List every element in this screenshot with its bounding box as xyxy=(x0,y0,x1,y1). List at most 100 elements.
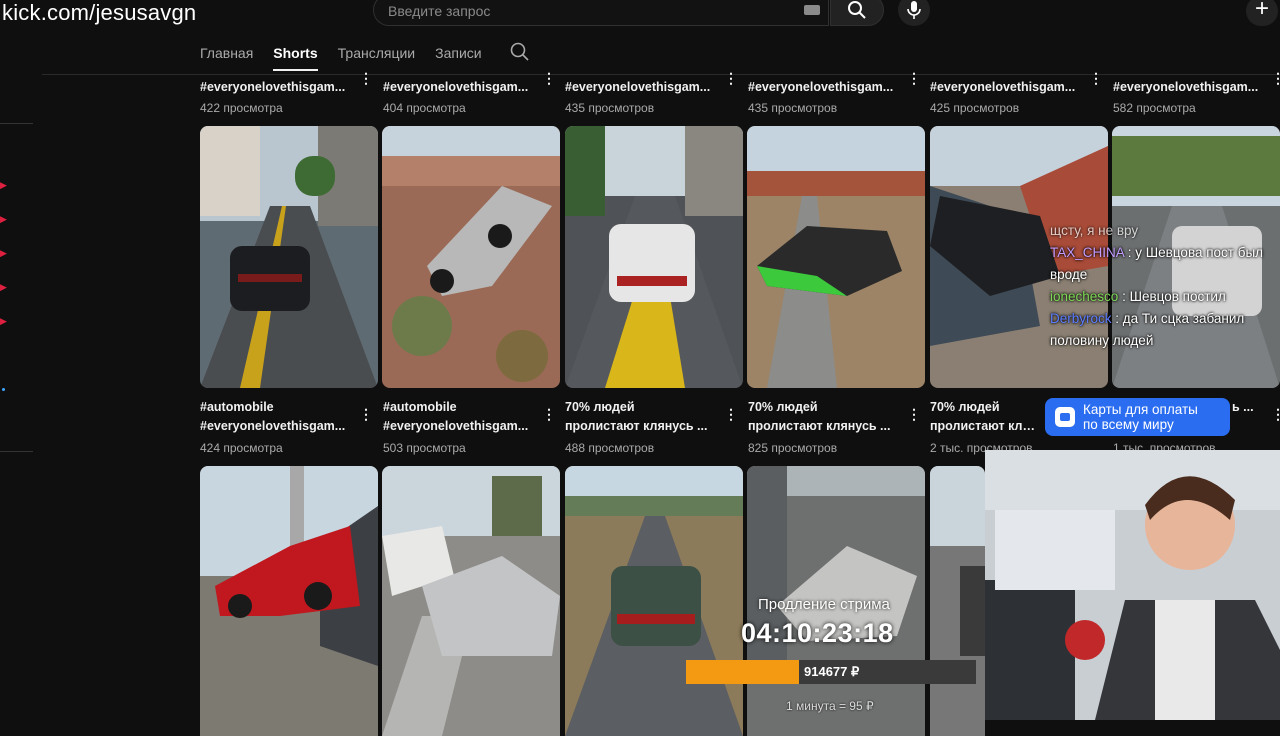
chat-username: ionechesco xyxy=(1050,289,1119,304)
microphone-icon xyxy=(907,1,921,19)
short-title-line: #automobile xyxy=(383,400,457,414)
more-options-icon[interactable]: ⋮ xyxy=(907,406,921,422)
short-title[interactable]: 70% людей пролистают клянусь ... xyxy=(565,398,715,436)
short-views: 435 просмотров xyxy=(748,101,838,115)
short-title[interactable]: 70% людей пролистают клянусь ... xyxy=(930,398,1040,436)
short-title[interactable]: #everyonelovethisgam... xyxy=(383,78,533,97)
chat-message: TAX_CHINA : у Шевцова пост был вроде xyxy=(1050,242,1280,286)
more-options-icon[interactable]: ⋮ xyxy=(1271,406,1280,422)
more-options-icon[interactable]: ⋮ xyxy=(359,70,373,86)
thumbnail-image xyxy=(565,466,743,736)
sidebar-divider xyxy=(0,451,33,452)
short-views: 435 просмотров xyxy=(565,101,655,115)
short-thumbnail[interactable] xyxy=(747,126,925,388)
short-thumbnail[interactable] xyxy=(200,466,378,736)
short-title[interactable]: #everyonelovethisgam... xyxy=(200,78,350,97)
live-indicator-icon: ▶ xyxy=(0,214,7,224)
search-input[interactable]: Введите запрос xyxy=(373,0,829,26)
tab-videos[interactable]: Записи xyxy=(435,45,481,71)
chat-message: ionechesco : Шевцов постил xyxy=(1050,286,1280,308)
chat-message: Derbyrock : да Ти сцка забанил половину … xyxy=(1050,308,1280,352)
card-icon xyxy=(1055,407,1075,427)
more-options-icon[interactable]: ⋮ xyxy=(542,70,556,86)
promo-line: Карты для оплаты xyxy=(1083,402,1198,417)
short-title[interactable]: 70% людей пролистают клянусь ... xyxy=(748,398,898,436)
extension-timer: 04:10:23:18 xyxy=(741,618,894,648)
short-title[interactable]: #automobile #everyonelovethisgam... xyxy=(200,398,350,436)
short-views: 424 просмотра xyxy=(200,441,283,455)
short-thumbnail[interactable] xyxy=(565,126,743,388)
short-thumbnail[interactable] xyxy=(382,466,560,736)
chat-message: щсту, я не вру xyxy=(1050,220,1280,242)
thumbnail-image xyxy=(200,126,378,388)
short-thumbnail[interactable] xyxy=(200,126,378,388)
more-options-icon[interactable]: ⋮ xyxy=(359,406,373,422)
chat-text: щсту, я не вру xyxy=(1050,223,1139,238)
live-indicator-icon: ▶ xyxy=(0,282,7,292)
more-options-icon[interactable]: ⋮ xyxy=(1089,70,1103,86)
live-indicator-icon: ▶ xyxy=(0,180,7,190)
more-options-icon[interactable]: ⋮ xyxy=(724,406,738,422)
thumbnail-image xyxy=(382,126,560,388)
short-title-line: #automobile xyxy=(200,400,274,414)
short-views: 582 просмотра xyxy=(1113,101,1196,115)
more-options-icon[interactable]: ⋮ xyxy=(1271,70,1280,86)
short-thumbnail[interactable] xyxy=(565,466,743,736)
thumbnail-image xyxy=(565,126,743,388)
promo-line: по всему миру xyxy=(1083,417,1174,432)
channel-search-button[interactable] xyxy=(510,42,530,65)
short-title[interactable]: #everyonelovethisgam... xyxy=(748,78,898,97)
short-title-line: #everyonelovethisgam... xyxy=(383,419,529,433)
webcam-image xyxy=(985,450,1280,720)
chat-username: TAX_CHINA xyxy=(1050,245,1125,260)
short-title-line: 70% людей xyxy=(748,400,818,414)
short-thumbnail[interactable] xyxy=(382,126,560,388)
short-thumbnail[interactable] xyxy=(930,466,985,736)
tab-shorts[interactable]: Shorts xyxy=(273,45,318,71)
live-indicator-icon: ▶ xyxy=(0,248,7,258)
short-title[interactable]: #everyonelovethisgam... xyxy=(1113,78,1263,97)
extension-label: Продление стрима xyxy=(758,596,890,613)
channel-tabs: Главная Shorts Трансляции Записи xyxy=(200,42,530,71)
short-title[interactable]: #everyonelovethisgam... xyxy=(930,78,1080,97)
keyboard-icon[interactable] xyxy=(804,5,820,15)
search-icon xyxy=(848,1,866,19)
chat-overlay: щсту, я не вру TAX_CHINA : у Шевцова пос… xyxy=(1050,220,1280,352)
tab-home[interactable]: Главная xyxy=(200,45,253,71)
thumbnail-image xyxy=(930,466,985,736)
search-button[interactable] xyxy=(830,0,884,26)
short-views: 422 просмотра xyxy=(200,101,283,115)
short-title-line: пролистают клянусь ... xyxy=(748,419,891,433)
webcam-feed xyxy=(985,450,1280,720)
short-title[interactable]: #automobile #everyonelovethisgam... xyxy=(383,398,533,436)
voice-search-button[interactable] xyxy=(898,0,930,26)
short-title-line: пролистают клянусь ... xyxy=(565,419,708,433)
short-views: 825 просмотров xyxy=(748,441,838,455)
short-views: 425 просмотров xyxy=(930,101,1020,115)
extension-rate: 1 минута = 95 ₽ xyxy=(786,699,874,713)
short-title[interactable]: #everyonelovethisgam... xyxy=(565,78,715,97)
search-placeholder: Введите запрос xyxy=(388,3,491,19)
short-title[interactable]: ь ... xyxy=(1232,398,1272,417)
donation-progress-fill xyxy=(686,660,800,684)
donation-progress-bar: 914677 ₽ xyxy=(686,660,976,684)
short-title-line: 70% людей xyxy=(565,400,635,414)
thumbnail-image xyxy=(200,466,378,736)
short-title-line: 70% людей xyxy=(930,400,1000,414)
more-options-icon[interactable]: ⋮ xyxy=(542,406,556,422)
short-title-line: пролистают клянусь ... xyxy=(930,419,1040,433)
create-button[interactable]: + xyxy=(1246,0,1278,26)
promo-banner[interactable]: Карты для оплаты по всему миру xyxy=(1045,398,1230,436)
short-views: 488 просмотров xyxy=(565,441,655,455)
short-views: 503 просмотра xyxy=(383,441,466,455)
more-options-icon[interactable]: ⋮ xyxy=(907,70,921,86)
search-icon xyxy=(510,42,529,61)
short-views: 404 просмотра xyxy=(383,101,466,115)
more-options-icon[interactable]: ⋮ xyxy=(724,70,738,86)
new-content-dot xyxy=(2,388,5,391)
donation-amount: 914677 ₽ xyxy=(804,664,860,679)
chat-text: : Шевцов постил xyxy=(1122,289,1226,304)
channel-url-overlay: kick.com/jesusavgn xyxy=(2,0,197,25)
sidebar-divider xyxy=(0,123,33,124)
tab-streams[interactable]: Трансляции xyxy=(338,45,415,71)
